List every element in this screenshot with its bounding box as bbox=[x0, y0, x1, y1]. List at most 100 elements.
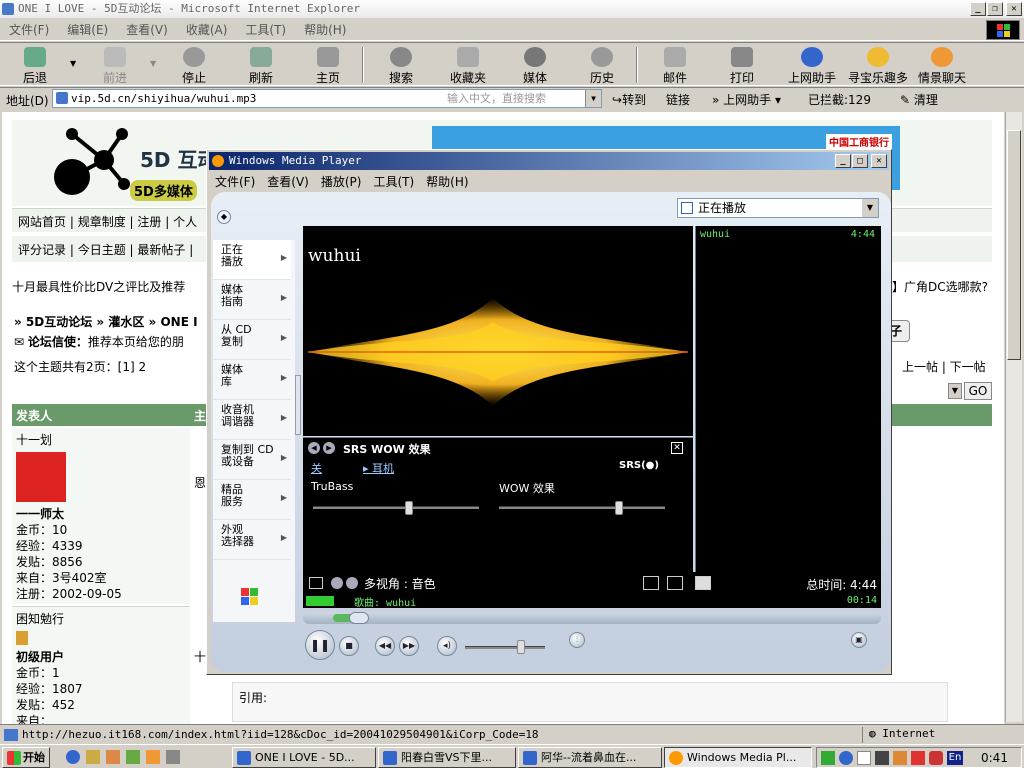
search-button[interactable]: 搜索 bbox=[371, 47, 431, 86]
pane-splitter[interactable] bbox=[295, 375, 301, 435]
wmp-menu-help[interactable]: 帮助(H) bbox=[426, 173, 468, 190]
home-button[interactable]: 主页 bbox=[298, 47, 358, 86]
tray-icon[interactable] bbox=[857, 750, 871, 765]
close-icon[interactable]: ✕ bbox=[1006, 2, 1022, 16]
fullscreen-icon[interactable] bbox=[309, 577, 323, 589]
mail-button[interactable]: 邮件 bbox=[645, 47, 705, 86]
playlist-pane[interactable]: wuhui 4:44 bbox=[695, 226, 881, 582]
links-button[interactable]: 链接 bbox=[666, 91, 690, 108]
stop-button[interactable]: 停止 bbox=[164, 47, 224, 86]
nav-today[interactable]: 今日主题 bbox=[78, 243, 126, 257]
task-ie-forum[interactable]: ONE I LOVE - 5D... bbox=[232, 747, 376, 768]
task-media-guide[interactable]: 媒体 指南 ▶ bbox=[213, 280, 291, 320]
menu-help[interactable]: 帮助(H) bbox=[295, 21, 355, 38]
back-dropdown-icon[interactable]: ▼ bbox=[70, 59, 76, 68]
tray-icon[interactable] bbox=[929, 750, 943, 765]
print-button[interactable]: 打印 bbox=[712, 47, 772, 86]
nav-rules[interactable]: 规章制度 bbox=[78, 215, 126, 229]
minimize-icon[interactable]: _ bbox=[835, 154, 851, 168]
app-launch-icon[interactable] bbox=[106, 750, 120, 764]
seek-bar[interactable] bbox=[303, 612, 881, 624]
wmp-menu-file[interactable]: 文件(F) bbox=[215, 173, 255, 190]
chat-button[interactable]: 情景聊天 bbox=[912, 47, 972, 86]
volume-slider-track[interactable] bbox=[465, 640, 545, 654]
assistant-link[interactable]: » 上网助手 ▾ bbox=[712, 91, 781, 108]
srs-off-link[interactable]: 关 bbox=[311, 460, 322, 476]
wmp-menu-view[interactable]: 查看(V) bbox=[267, 173, 309, 190]
task-library[interactable]: 媒体 库 ▶ bbox=[213, 360, 291, 400]
start-button[interactable]: 开始 bbox=[2, 747, 50, 768]
tray-icon[interactable] bbox=[821, 750, 835, 765]
assistant-button[interactable]: 上网助手 bbox=[779, 47, 845, 86]
go-button[interactable]: ↪转到 bbox=[612, 91, 646, 108]
app-launch-icon[interactable] bbox=[146, 750, 160, 764]
stop-button[interactable]: ■ bbox=[339, 636, 359, 656]
minimize-icon[interactable]: _ bbox=[970, 2, 986, 16]
prev-effect-icon[interactable]: ◀ bbox=[308, 442, 320, 454]
next-button[interactable]: ▶▶ bbox=[399, 636, 419, 656]
task-skin-chooser[interactable]: 外观 选择器 ▶ bbox=[213, 520, 291, 560]
taskpane-toggle-icon[interactable]: ◆ bbox=[217, 210, 231, 224]
scrollbar-thumb[interactable] bbox=[1007, 130, 1021, 360]
headline-link[interactable]: 十月最具性价比DV之评比及推荐 bbox=[12, 278, 185, 295]
wmp-window[interactable]: Windows Media Player _ □ ✕ 文件(F) 查看(V) 播… bbox=[206, 149, 892, 675]
next-view-icon[interactable] bbox=[346, 577, 358, 589]
history-button[interactable]: 历史 bbox=[572, 47, 632, 86]
favorites-button[interactable]: 收藏夹 bbox=[438, 47, 498, 86]
task-radio[interactable]: 收音机 调谐器 ▶ bbox=[213, 400, 291, 440]
forward-dropdown-icon[interactable]: ▼ bbox=[150, 59, 156, 68]
now-playing-select[interactable]: 正在播放 ▼ bbox=[677, 198, 879, 218]
playlist-item[interactable]: wuhui 4:44 bbox=[696, 226, 881, 240]
volume-tray-icon[interactable] bbox=[875, 750, 889, 765]
wmp-menu-play[interactable]: 播放(P) bbox=[321, 173, 362, 190]
mute-button[interactable]: ◂) bbox=[437, 636, 457, 656]
desktop-launch-icon[interactable] bbox=[86, 750, 100, 764]
srs-mode-link[interactable]: ▸ 耳机 bbox=[363, 460, 394, 476]
task-wmp[interactable]: Windows Media Pl... bbox=[664, 747, 812, 768]
playlist-toggle-icon[interactable] bbox=[695, 576, 711, 590]
page-count[interactable]: 这个主题共有2页：[1] 2 bbox=[14, 358, 146, 375]
task-now-playing[interactable]: 正在 播放 ▶ bbox=[213, 240, 291, 280]
address-dropdown-icon[interactable]: ▼ bbox=[585, 90, 601, 107]
refresh-button[interactable]: 刷新 bbox=[231, 47, 291, 86]
menu-edit[interactable]: 编辑(E) bbox=[58, 21, 117, 38]
skin-mode-icon[interactable]: ▣ bbox=[851, 632, 867, 648]
treasure-button[interactable]: 寻宝乐趣多 bbox=[846, 47, 910, 86]
ime-indicator[interactable]: En bbox=[947, 750, 963, 765]
wmp-menu-tools[interactable]: 工具(T) bbox=[373, 173, 414, 190]
tray-icon[interactable] bbox=[911, 750, 925, 765]
menu-view[interactable]: 查看(V) bbox=[117, 21, 177, 38]
tray-icon[interactable] bbox=[893, 750, 907, 765]
task-ie-3[interactable]: 阿华--流着鼻血在... bbox=[518, 747, 662, 768]
clean-button[interactable]: ✎ 清理 bbox=[900, 91, 938, 108]
back-button[interactable]: 后退 bbox=[5, 47, 65, 86]
resize-icon[interactable] bbox=[667, 576, 683, 590]
tray-icon[interactable] bbox=[839, 750, 853, 765]
restore-icon[interactable]: ❐ bbox=[987, 2, 1003, 16]
author-name[interactable]: 十一划 bbox=[16, 432, 186, 448]
wow-slider-knob[interactable] bbox=[615, 501, 623, 515]
breadcrumb[interactable]: » 5D互动论坛 » 灌水区 » ONE I bbox=[14, 313, 198, 330]
task-copy-from-cd[interactable]: 从 CD 复制 ▶ bbox=[213, 320, 291, 360]
seek-bar-knob[interactable] bbox=[349, 612, 369, 624]
close-icon[interactable]: ✕ bbox=[871, 154, 887, 168]
pause-button[interactable]: ❚❚ bbox=[305, 630, 335, 660]
forward-button[interactable]: 前进 bbox=[85, 47, 145, 86]
task-ie-2[interactable]: 阳春白雪VS下里... bbox=[378, 747, 516, 768]
go-jump-button[interactable]: GO bbox=[964, 382, 992, 400]
ie-launch-icon[interactable] bbox=[66, 750, 80, 764]
volume-slider-knob[interactable] bbox=[517, 640, 525, 654]
prev-next-links[interactable]: 上一帖 | 下一帖 bbox=[902, 358, 986, 375]
jump-dropdown-icon[interactable]: ▼ bbox=[948, 383, 962, 399]
app-launch-icon[interactable] bbox=[126, 750, 140, 764]
chevron-down-icon[interactable]: ▼ bbox=[862, 199, 878, 217]
maximize-icon[interactable]: □ bbox=[852, 154, 868, 168]
trubass-slider-knob[interactable] bbox=[405, 501, 413, 515]
app-launch-icon[interactable] bbox=[166, 750, 180, 764]
headline-right-link[interactable]: 【】广角DC选哪款? bbox=[880, 278, 988, 295]
nav-home[interactable]: 网站首页 bbox=[18, 215, 66, 229]
prev-view-icon[interactable] bbox=[331, 577, 343, 589]
view-toggle-icon[interactable] bbox=[643, 576, 659, 590]
page-scrollbar[interactable] bbox=[1005, 112, 1022, 722]
author-name[interactable]: 困知勉行 bbox=[16, 611, 186, 627]
